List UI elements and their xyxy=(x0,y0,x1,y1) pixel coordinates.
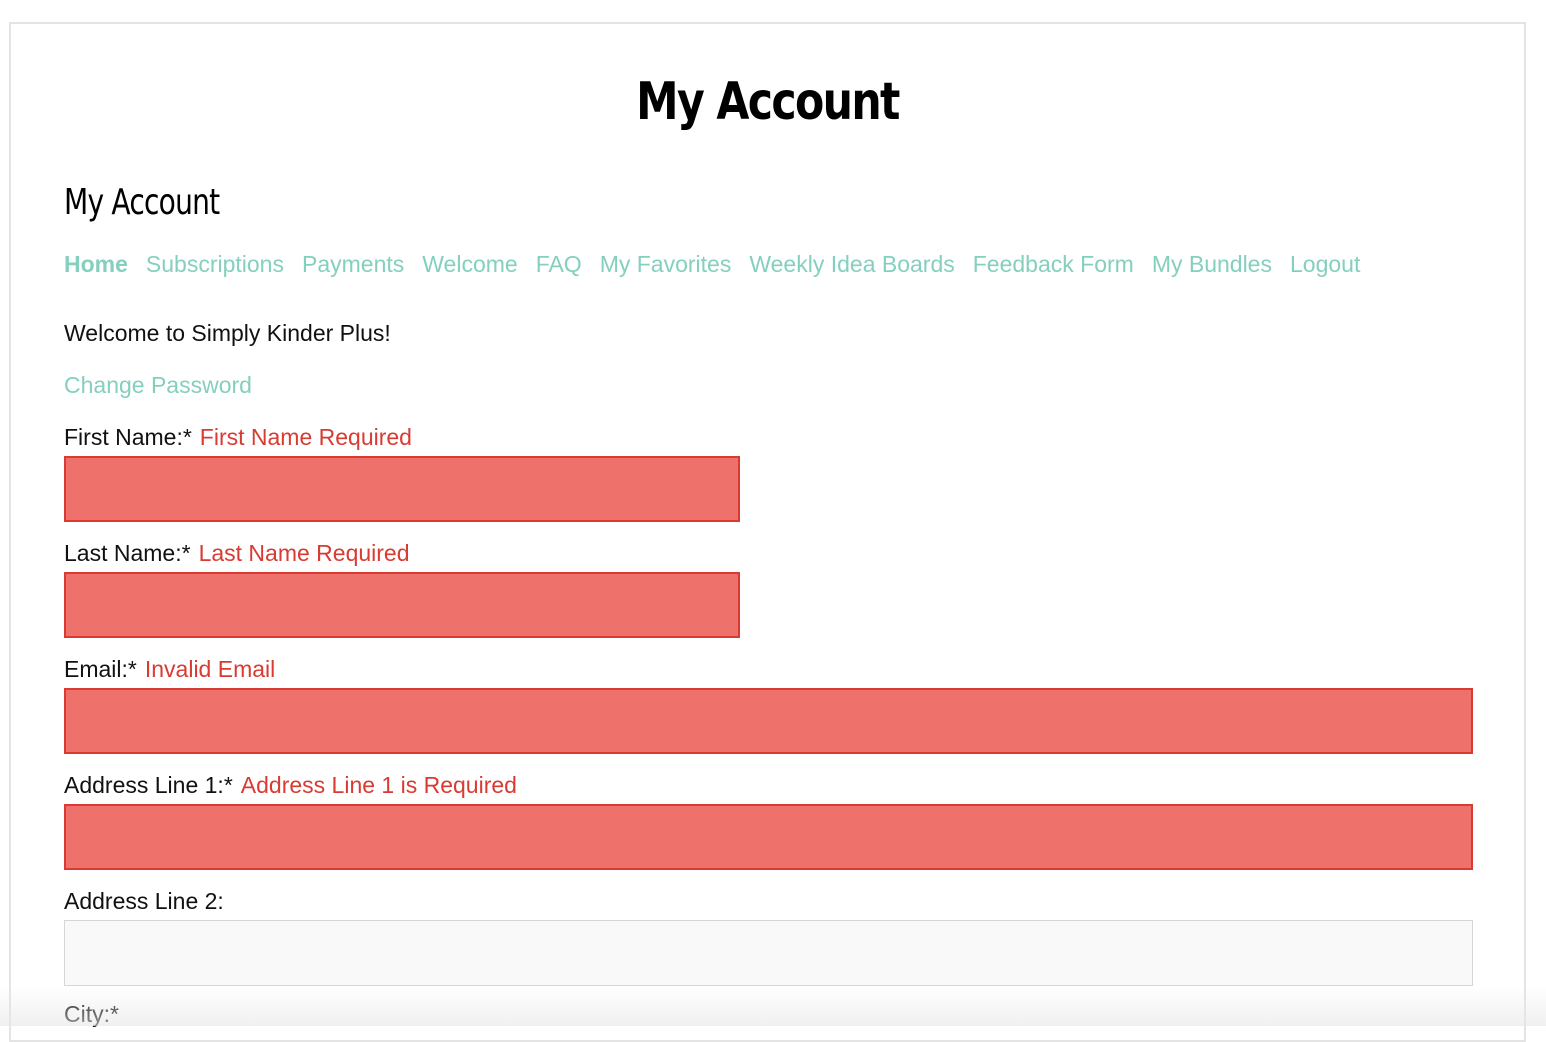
city-label-row: City:* xyxy=(64,1001,119,1028)
nav-logout[interactable]: Logout xyxy=(1290,251,1360,278)
account-nav: Home Subscriptions Payments Welcome FAQ … xyxy=(64,251,1360,278)
page-title: My Account xyxy=(147,72,1388,132)
nav-subscriptions[interactable]: Subscriptions xyxy=(146,251,284,278)
nav-my-favorites[interactable]: My Favorites xyxy=(600,251,732,278)
nav-faq[interactable]: FAQ xyxy=(536,251,582,278)
first-name-label-row: First Name:* First Name Required xyxy=(64,424,412,451)
nav-payments[interactable]: Payments xyxy=(302,251,404,278)
first-name-input[interactable] xyxy=(64,456,740,522)
last-name-label: Last Name:* xyxy=(64,540,191,566)
email-error: Invalid Email xyxy=(145,656,275,682)
first-name-label: First Name:* xyxy=(64,424,192,450)
last-name-label-row: Last Name:* Last Name Required xyxy=(64,540,410,567)
address-line-2-label-row: Address Line 2: xyxy=(64,888,224,915)
city-label: City:* xyxy=(64,1001,119,1027)
address-line-1-error: Address Line 1 is Required xyxy=(241,772,517,798)
first-name-error: First Name Required xyxy=(200,424,412,450)
change-password-link[interactable]: Change Password xyxy=(64,372,252,399)
nav-weekly-idea-boards[interactable]: Weekly Idea Boards xyxy=(749,251,954,278)
last-name-error: Last Name Required xyxy=(199,540,410,566)
section-title: My Account xyxy=(64,182,219,223)
email-label: Email:* xyxy=(64,656,137,682)
welcome-message: Welcome to Simply Kinder Plus! xyxy=(64,320,391,347)
nav-feedback-form[interactable]: Feedback Form xyxy=(973,251,1134,278)
email-label-row: Email:* Invalid Email xyxy=(64,656,275,683)
address-line-2-input[interactable] xyxy=(64,920,1473,986)
nav-welcome[interactable]: Welcome xyxy=(422,251,517,278)
address-line-2-label: Address Line 2: xyxy=(64,888,224,914)
content-frame: My Account xyxy=(9,22,1526,1042)
nav-my-bundles[interactable]: My Bundles xyxy=(1152,251,1272,278)
email-input[interactable] xyxy=(64,688,1473,754)
address-line-1-input[interactable] xyxy=(64,804,1473,870)
nav-home[interactable]: Home xyxy=(64,251,128,278)
last-name-input[interactable] xyxy=(64,572,740,638)
address-line-1-label-row: Address Line 1:* Address Line 1 is Requir… xyxy=(64,772,517,799)
address-line-1-label: Address Line 1:* xyxy=(64,772,233,798)
